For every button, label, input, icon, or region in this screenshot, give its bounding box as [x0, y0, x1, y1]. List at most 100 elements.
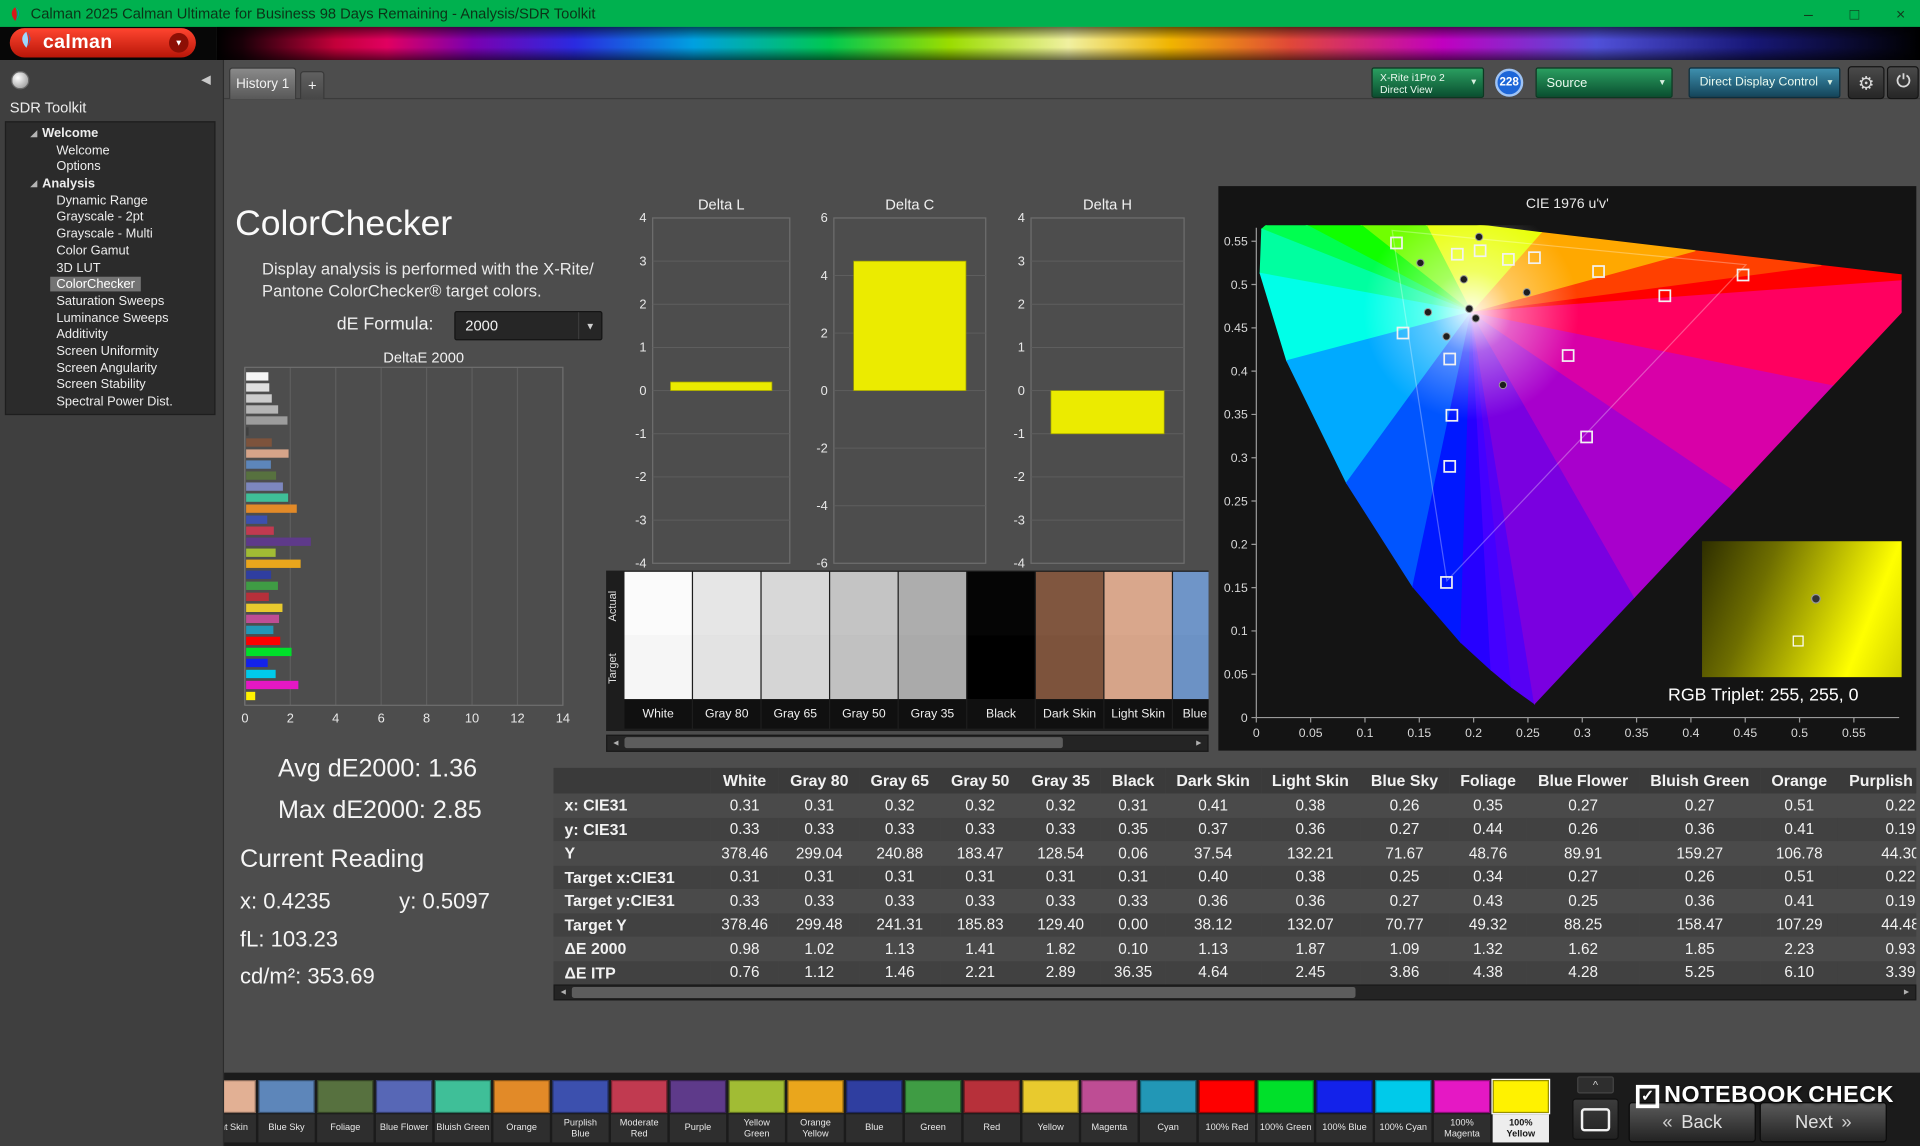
svg-text:2: 2	[287, 710, 294, 725]
sidebar-item-grayscale-2pt[interactable]: Grayscale - 2pt	[6, 210, 214, 227]
back-button[interactable]: « Back	[1629, 1102, 1756, 1142]
patch-button-cyan[interactable]: Cyan	[1140, 1080, 1196, 1142]
meter-line2: Direct View	[1380, 83, 1466, 95]
maximize-button[interactable]: □	[1850, 4, 1860, 22]
patch-button-blue-flower[interactable]: Blue Flower	[376, 1080, 432, 1142]
workflow-title: SDR Toolkit	[10, 99, 86, 116]
reading-cdm2: cd/m²: 353.69	[240, 964, 375, 990]
patch-button-green[interactable]: Green	[905, 1080, 961, 1142]
table-row-x-cie31: x: CIE310.310.310.320.320.320.310.410.38…	[553, 793, 1916, 817]
patch-button-100-blue[interactable]: 100% Blue	[1316, 1080, 1372, 1142]
patch-button-100-red[interactable]: 100% Red	[1199, 1080, 1255, 1142]
patch-button-foliage[interactable]: Foliage	[317, 1080, 373, 1142]
sidebar-item-saturation-sweeps[interactable]: Saturation Sweeps	[6, 294, 214, 311]
patch-button-moderate-red[interactable]: Moderate Red	[611, 1080, 667, 1142]
svg-text:3: 3	[639, 253, 646, 268]
patch-button-yellow-green[interactable]: Yellow Green	[729, 1080, 785, 1142]
minimize-button[interactable]: –	[1804, 4, 1813, 22]
scroll-right-icon[interactable]: ►	[1898, 986, 1915, 999]
patch-button-100-magenta[interactable]: 100% Magenta	[1434, 1080, 1490, 1142]
sidebar-item-screen-uniformity[interactable]: Screen Uniformity	[6, 344, 214, 361]
sidebar-item-dynamic-range[interactable]: Dynamic Range	[6, 193, 214, 210]
patch-label: Light Skin	[224, 1114, 256, 1142]
patch-button-red[interactable]: Red	[964, 1080, 1020, 1142]
table-scrollbar[interactable]: ◄ ►	[553, 984, 1916, 1000]
sidebar-item-grayscale-multi[interactable]: Grayscale - Multi	[6, 227, 214, 244]
sidebar-item-screen-angularity[interactable]: Screen Angularity	[6, 361, 214, 378]
svg-text:2: 2	[821, 325, 828, 340]
patch-button-100-yellow[interactable]: 100% Yellow	[1493, 1080, 1549, 1142]
display-control-dropdown[interactable]: Direct Display Control ▼	[1689, 67, 1841, 98]
swatch-white: White	[624, 572, 691, 731]
table-row-y: Y378.46299.04240.88183.47128.540.0637.54…	[553, 841, 1916, 865]
sidebar-item-welcome[interactable]: Welcome	[6, 143, 214, 160]
patch-button-purple[interactable]: Purple	[670, 1080, 726, 1142]
strip-scrollbar[interactable]: ◄ ►	[606, 735, 1208, 752]
sidebar-section-analysis[interactable]: ◢Analysis	[6, 176, 214, 193]
settings-button[interactable]: ⚙	[1848, 66, 1885, 99]
svg-text:0.1: 0.1	[1356, 726, 1373, 740]
target-row-label: Target	[606, 642, 621, 696]
sidebar-item-color-gamut[interactable]: Color Gamut	[6, 243, 214, 260]
patch-button-bluish-green[interactable]: Bluish Green	[435, 1080, 491, 1142]
patch-button-magenta[interactable]: Magenta	[1081, 1080, 1137, 1142]
sidebar-section-welcome[interactable]: ◢Welcome	[6, 126, 214, 143]
svg-text:2: 2	[1018, 297, 1025, 312]
sidebar-item-additivity[interactable]: Additivity	[6, 327, 214, 344]
power-button[interactable]	[1887, 66, 1919, 99]
patch-label: 100% Yellow	[1493, 1114, 1549, 1142]
sidebar-item-screen-stability[interactable]: Screen Stability	[6, 378, 214, 395]
patch-button-blue[interactable]: Blue	[846, 1080, 902, 1142]
scroll-right-icon[interactable]: ►	[1190, 736, 1207, 751]
svg-text:0.05: 0.05	[1224, 668, 1248, 682]
reading-y: y: 0.5097	[399, 889, 490, 915]
scroll-left-icon[interactable]: ◄	[555, 986, 572, 999]
pattern-window-button[interactable]	[1572, 1098, 1619, 1140]
patch-color	[729, 1080, 785, 1113]
patch-color	[317, 1080, 373, 1113]
close-button[interactable]: ×	[1896, 4, 1905, 22]
source-label: Source	[1547, 75, 1588, 90]
patch-color	[1316, 1080, 1372, 1113]
patch-button-light-skin[interactable]: Light Skin	[224, 1080, 256, 1142]
add-tab-button[interactable]: +	[300, 71, 324, 99]
svg-text:4: 4	[639, 210, 646, 225]
collapse-sidebar-icon[interactable]: ◀	[201, 73, 210, 86]
swatch-label: Black	[967, 699, 1034, 728]
de-formula-select[interactable]: 2000 ▼	[454, 311, 602, 340]
expand-patches-button[interactable]: ^	[1577, 1076, 1614, 1093]
source-dropdown[interactable]: Source ▼	[1536, 67, 1673, 98]
table-row-e-2000: ΔE 20000.981.021.131.411.820.101.131.871…	[553, 937, 1916, 961]
svg-text:0.55: 0.55	[1842, 726, 1866, 740]
svg-text:-4: -4	[1013, 556, 1024, 570]
next-button[interactable]: Next »	[1760, 1102, 1887, 1142]
meter-dropdown[interactable]: X-Rite i1Pro 2 Direct View ▼	[1371, 67, 1484, 98]
sidebar-item-colorchecker[interactable]: ColorChecker	[6, 277, 214, 294]
patch-label: Moderate Red	[611, 1114, 667, 1142]
patch-button-orange[interactable]: Orange	[493, 1080, 549, 1142]
sidebar-item-luminance-sweeps[interactable]: Luminance Sweeps	[6, 310, 214, 327]
svg-text:8: 8	[423, 710, 430, 725]
patch-button-orange-yellow[interactable]: Orange Yellow	[787, 1080, 843, 1142]
calman-menu-button[interactable]: calman ▼	[10, 28, 196, 57]
patch-button-purplish-blue[interactable]: Purplish Blue	[552, 1080, 608, 1142]
scrollbar-thumb[interactable]	[572, 987, 1356, 998]
tab-history-1[interactable]: History 1	[229, 67, 296, 99]
patch-label: Yellow Green	[729, 1114, 785, 1142]
svg-text:0.55: 0.55	[1224, 235, 1248, 249]
pin-button[interactable]	[11, 71, 29, 89]
de-formula-value: 2000	[465, 317, 498, 334]
sidebar-item-spectral-power-dist[interactable]: Spectral Power Dist.	[6, 394, 214, 411]
column-header-blue-flower: Blue Flower	[1527, 768, 1639, 794]
sidebar-item-options[interactable]: Options	[6, 160, 214, 177]
sidebar-item-3d-lut[interactable]: 3D LUT	[6, 260, 214, 277]
patch-button-100-green[interactable]: 100% Green	[1258, 1080, 1314, 1142]
patch-button-blue-sky[interactable]: Blue Sky	[258, 1080, 314, 1142]
patch-button-100-cyan[interactable]: 100% Cyan	[1375, 1080, 1431, 1142]
cie-diagram-panel: CIE 1976 u'v'00.050.10.150.20.250.30.350…	[1218, 186, 1916, 750]
patch-label: 100% Cyan	[1375, 1114, 1431, 1142]
scrollbar-thumb[interactable]	[624, 737, 1062, 748]
patch-button-yellow[interactable]: Yellow	[1022, 1080, 1078, 1142]
scroll-left-icon[interactable]: ◄	[607, 736, 624, 751]
chevron-down-icon: ▼	[1469, 77, 1477, 89]
